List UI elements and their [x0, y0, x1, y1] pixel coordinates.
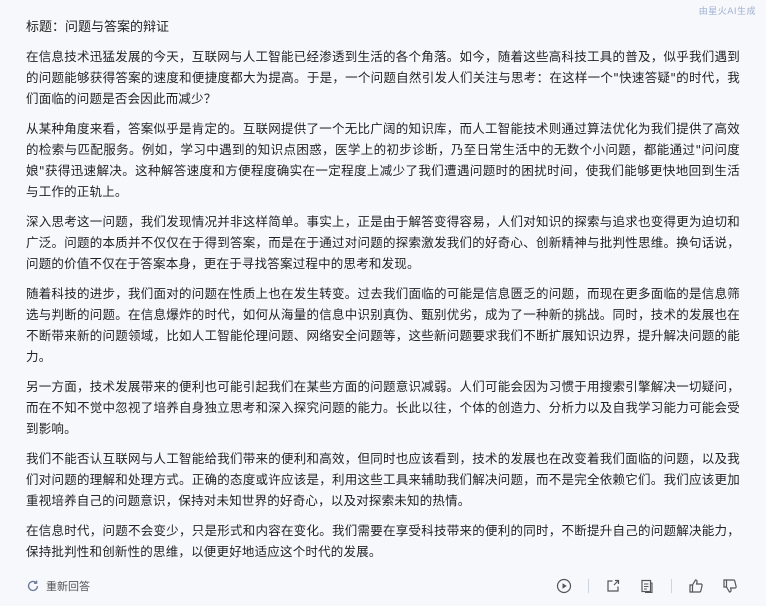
divider — [588, 579, 589, 593]
paragraph: 另一方面，技术发展带来的便利也可能引起我们在某些方面的问题意识减弱。人们可能会因… — [26, 379, 740, 436]
share-button[interactable] — [603, 576, 623, 596]
regenerate-button[interactable]: 重新回答 — [26, 578, 90, 594]
copy-button[interactable] — [637, 576, 657, 596]
answer-card: 由星火AI生成 标题：问题与答案的辩证 在信息技术迅猛发展的今天，互联网与人工智… — [0, 0, 766, 606]
paragraph: 在信息技术迅猛发展的今天，互联网与人工智能已经渗透到生活的各个角落。如今，随着这… — [26, 49, 740, 106]
copy-icon — [639, 578, 655, 594]
paragraph: 深入思考这一问题，我们发现情况并非这样简单。事实上，正是由于解答变得容易，人们对… — [26, 214, 740, 271]
thumbs-up-icon — [688, 578, 704, 594]
play-icon — [556, 578, 572, 594]
paragraph: 从某种角度来看，答案似乎是肯定的。互联网提供了一个无比广阔的知识库，而人工智能技… — [26, 121, 740, 199]
dislike-button[interactable] — [720, 576, 740, 596]
thumbs-down-icon — [722, 578, 738, 594]
regenerate-label: 重新回答 — [46, 580, 90, 593]
answer-actions — [554, 576, 740, 596]
article-title: 标题：问题与答案的辩证 — [26, 20, 170, 35]
watermark: 由星火AI生成 — [698, 7, 756, 17]
paragraph: 随着科技的进步，我们面对的问题在性质上也在发生转变。过去我们面临的可能是信息匮乏… — [26, 286, 740, 364]
refresh-icon — [26, 579, 40, 593]
paragraph: 在信息时代，问题不会变少，只是形式和内容在变化。我们需要在享受科技带来的便利的同… — [26, 523, 740, 559]
divider — [671, 579, 672, 593]
answer-footer: 重新回答 — [0, 566, 766, 606]
paragraph: 我们不能否认互联网与人工智能给我们带来的便利和高效，但同时也应该看到，技术的发展… — [26, 451, 740, 508]
play-audio-button[interactable] — [554, 576, 574, 596]
share-icon — [605, 578, 621, 594]
like-button[interactable] — [686, 576, 706, 596]
